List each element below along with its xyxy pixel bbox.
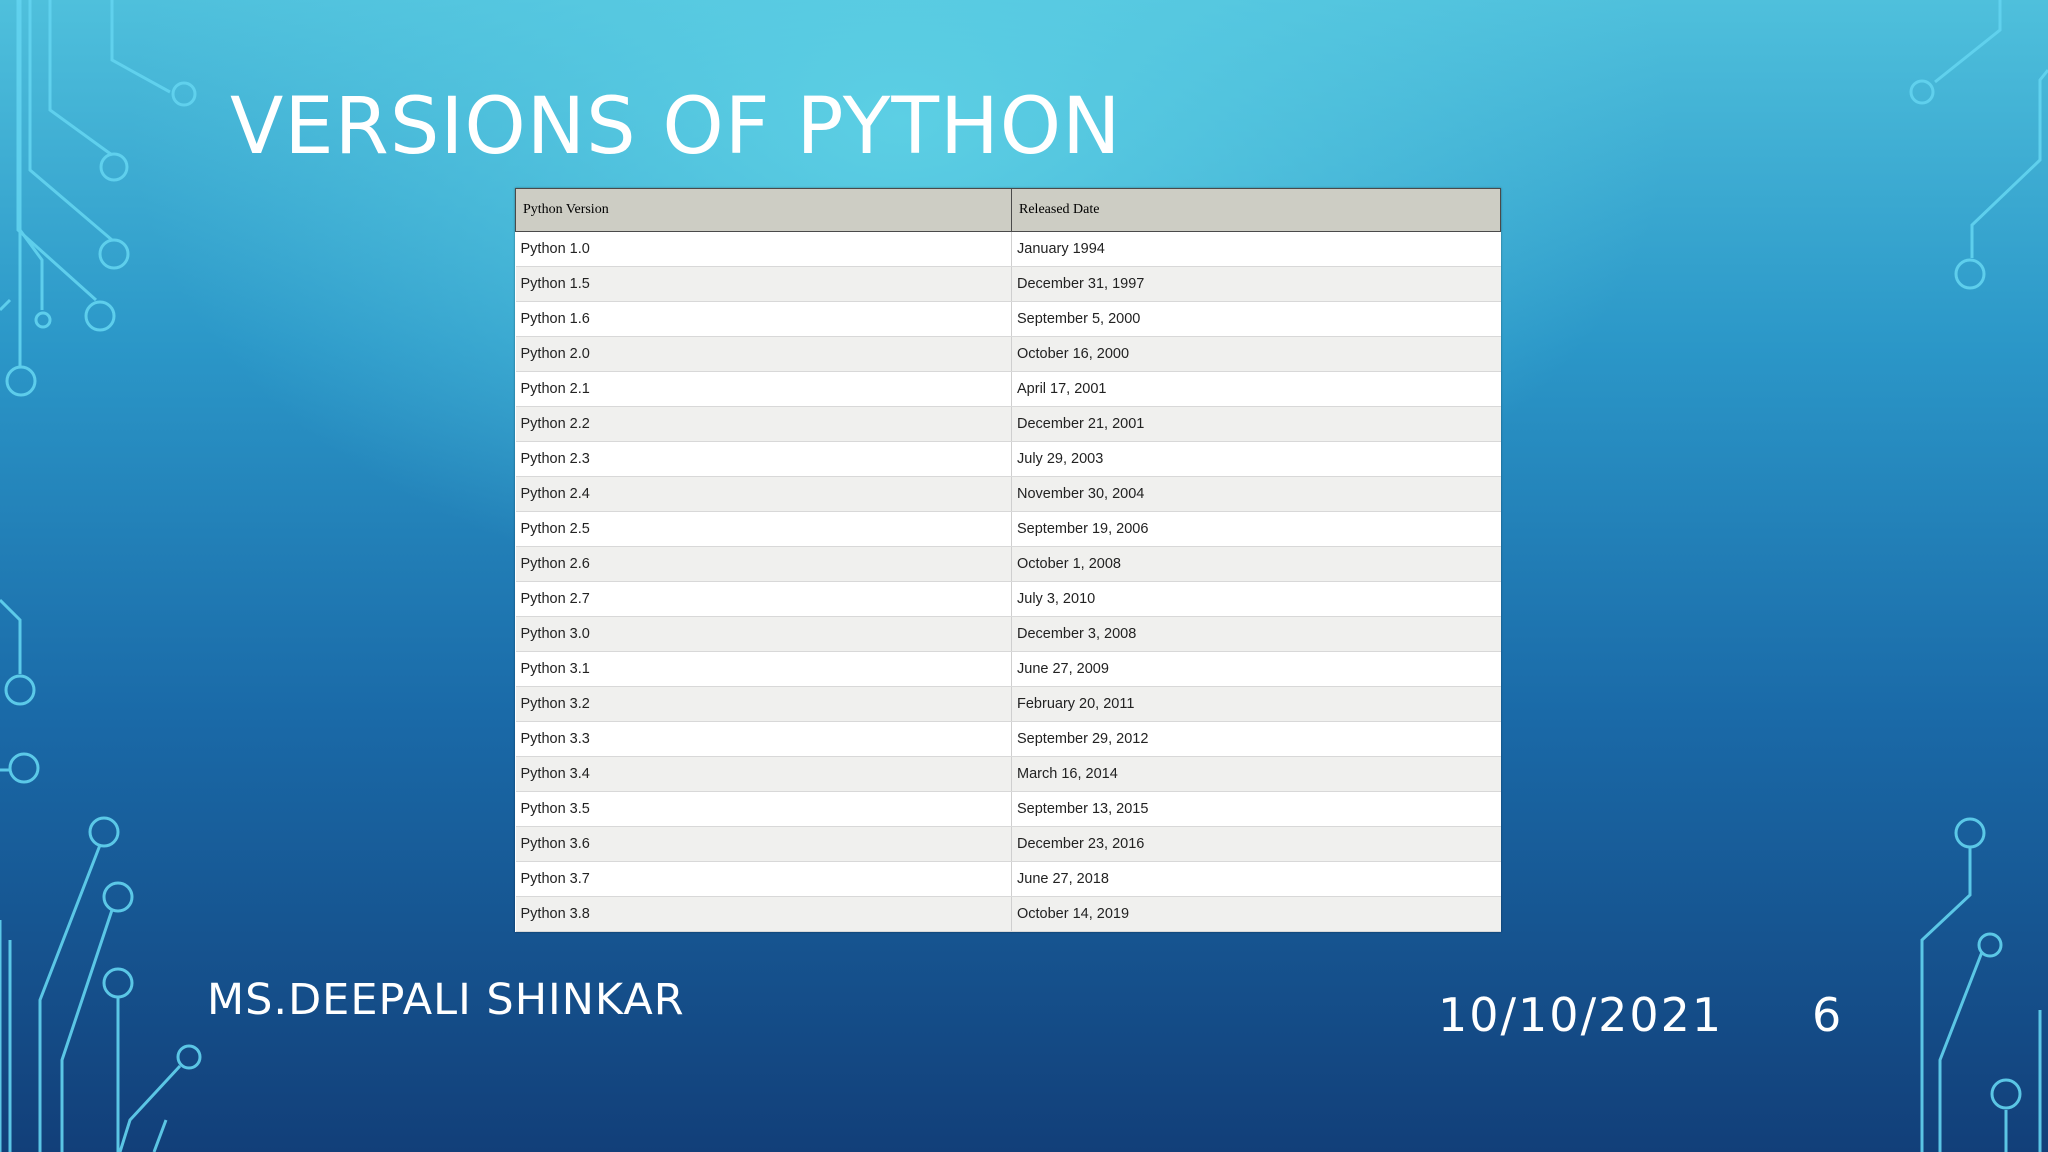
release-date-cell: December 31, 1997 bbox=[1011, 266, 1501, 302]
release-date-cell: June 27, 2009 bbox=[1011, 651, 1501, 687]
table-row: Python 3.5 September 13, 2015 bbox=[515, 791, 1501, 827]
version-cell: Python 1.6 bbox=[515, 301, 1012, 337]
table-row: Python 2.0 October 16, 2000 bbox=[515, 336, 1501, 372]
table-row: Python 3.0 December 3, 2008 bbox=[515, 616, 1501, 652]
column-header-version: Python Version bbox=[515, 188, 1012, 232]
table-row: Python 2.2 December 21, 2001 bbox=[515, 406, 1501, 442]
table-row: Python 3.8 October 14, 2019 bbox=[515, 896, 1501, 932]
release-date-cell: October 16, 2000 bbox=[1011, 336, 1501, 372]
release-date-cell: October 1, 2008 bbox=[1011, 546, 1501, 582]
table-row: Python 2.1 April 17, 2001 bbox=[515, 371, 1501, 407]
version-cell: Python 3.4 bbox=[515, 756, 1012, 792]
version-cell: Python 2.1 bbox=[515, 371, 1012, 407]
table-row: Python 3.6 December 23, 2016 bbox=[515, 826, 1501, 862]
version-cell: Python 2.2 bbox=[515, 406, 1012, 442]
table-row: Python 2.6 October 1, 2008 bbox=[515, 546, 1501, 582]
release-date-cell: February 20, 2011 bbox=[1011, 686, 1501, 722]
version-cell: Python 2.4 bbox=[515, 476, 1012, 512]
release-date-cell: September 13, 2015 bbox=[1011, 791, 1501, 827]
release-date-cell: January 1994 bbox=[1011, 231, 1501, 267]
release-date-cell: April 17, 2001 bbox=[1011, 371, 1501, 407]
column-header-release-date: Released Date bbox=[1011, 188, 1501, 232]
release-date-cell: December 3, 2008 bbox=[1011, 616, 1501, 652]
slide-date: 10/10/2021 bbox=[1438, 988, 1724, 1042]
release-date-cell: September 5, 2000 bbox=[1011, 301, 1501, 337]
version-cell: Python 2.0 bbox=[515, 336, 1012, 372]
release-date-cell: March 16, 2014 bbox=[1011, 756, 1501, 792]
release-date-cell: September 19, 2006 bbox=[1011, 511, 1501, 547]
version-cell: Python 1.5 bbox=[515, 266, 1012, 302]
version-cell: Python 2.3 bbox=[515, 441, 1012, 477]
table-row: Python 3.3 September 29, 2012 bbox=[515, 721, 1501, 757]
version-cell: Python 3.0 bbox=[515, 616, 1012, 652]
version-cell: Python 3.7 bbox=[515, 861, 1012, 897]
table-row: Python 2.7 July 3, 2010 bbox=[515, 581, 1501, 617]
table-body: Python 1.0 January 1994 Python 1.5 December… bbox=[515, 231, 1501, 932]
version-cell: Python 3.6 bbox=[515, 826, 1012, 862]
table-row: Python 1.5 December 31, 1997 bbox=[515, 266, 1501, 302]
table-row: Python 2.3 July 29, 2003 bbox=[515, 441, 1501, 477]
version-cell: Python 2.5 bbox=[515, 511, 1012, 547]
table-row: Python 1.0 January 1994 bbox=[515, 231, 1501, 267]
release-date-cell: July 29, 2003 bbox=[1011, 441, 1501, 477]
version-cell: Python 2.7 bbox=[515, 581, 1012, 617]
release-date-cell: November 30, 2004 bbox=[1011, 476, 1501, 512]
table-row: Python 2.4 November 30, 2004 bbox=[515, 476, 1501, 512]
table-row: Python 3.2 February 20, 2011 bbox=[515, 686, 1501, 722]
version-cell: Python 3.5 bbox=[515, 791, 1012, 827]
page-number: 6 bbox=[1812, 988, 1842, 1042]
release-date-cell: December 21, 2001 bbox=[1011, 406, 1501, 442]
table-header-row: Python Version Released Date bbox=[515, 188, 1501, 232]
version-cell: Python 3.8 bbox=[515, 896, 1012, 932]
table-row: Python 1.6 September 5, 2000 bbox=[515, 301, 1501, 337]
version-cell: Python 3.1 bbox=[515, 651, 1012, 687]
slide-title: VERSIONS OF PYTHON bbox=[230, 82, 1122, 172]
version-cell: Python 2.6 bbox=[515, 546, 1012, 582]
table-row: Python 3.1 June 27, 2009 bbox=[515, 651, 1501, 687]
release-date-cell: October 14, 2019 bbox=[1011, 896, 1501, 932]
presenter-name: MS.DEEPALI SHINKAR bbox=[207, 975, 685, 1025]
table-row: Python 3.7 June 27, 2018 bbox=[515, 861, 1501, 897]
table-row: Python 2.5 September 19, 2006 bbox=[515, 511, 1501, 547]
table-row: Python 3.4 March 16, 2014 bbox=[515, 756, 1501, 792]
versions-table: Python Version Released Date Python 1.0 J… bbox=[515, 188, 1501, 932]
version-cell: Python 1.0 bbox=[515, 231, 1012, 267]
version-cell: Python 3.3 bbox=[515, 721, 1012, 757]
version-cell: Python 3.2 bbox=[515, 686, 1012, 722]
release-date-cell: September 29, 2012 bbox=[1011, 721, 1501, 757]
release-date-cell: December 23, 2016 bbox=[1011, 826, 1501, 862]
release-date-cell: July 3, 2010 bbox=[1011, 581, 1501, 617]
release-date-cell: June 27, 2018 bbox=[1011, 861, 1501, 897]
